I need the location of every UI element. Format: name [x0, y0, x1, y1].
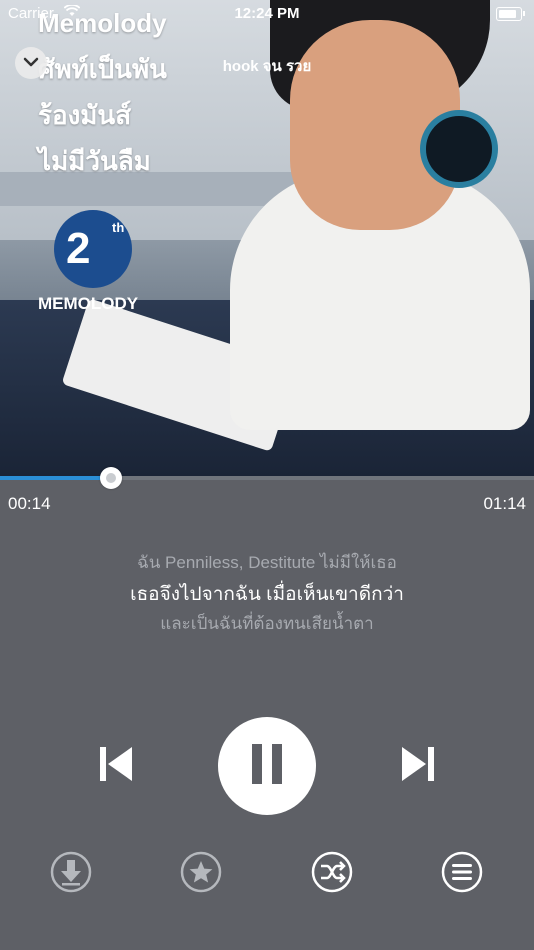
shuffle-button[interactable]	[311, 851, 353, 898]
song-title: hook จน รวย	[222, 58, 312, 75]
download-button[interactable]	[50, 851, 92, 898]
battery-icon	[496, 7, 525, 21]
download-icon	[50, 851, 92, 898]
skip-next-icon	[398, 745, 438, 788]
skip-previous-icon	[96, 745, 136, 788]
status-time: 12:24 PM	[234, 5, 300, 22]
pause-button[interactable]	[218, 717, 316, 815]
star-icon	[180, 851, 222, 898]
lyric-next: และเป็นฉันที่ต้องทนเสียน้ำตา	[160, 614, 374, 633]
next-button[interactable]	[392, 740, 444, 792]
total-time: 01:14	[483, 494, 526, 513]
memolody-logo: 2 th MEMOLODY	[38, 210, 150, 313]
progress-thumb[interactable]	[99, 467, 122, 489]
poster-line: ร้องมันส์	[38, 100, 132, 130]
previous-button[interactable]	[90, 740, 142, 792]
status-bar: Carrier 12:24 PM	[0, 0, 534, 28]
progress-slider[interactable]	[0, 467, 534, 489]
poster-line: ไม่มีวันลืม	[38, 146, 151, 176]
menu-icon	[441, 851, 483, 898]
lyric-current: เธอจึงไปจากฉัน เมื่อเห็นเขาดีกว่า	[130, 584, 404, 605]
headphones-graphic	[420, 110, 498, 188]
pause-icon	[250, 743, 284, 789]
favorite-button[interactable]	[180, 851, 222, 898]
shuffle-icon	[311, 851, 353, 898]
current-time: 00:14	[8, 494, 51, 513]
menu-button[interactable]	[441, 851, 483, 898]
lyric-previous: ฉัน Penniless, Destitute ไม่มีให้เธอ	[137, 553, 397, 572]
progress-fill	[0, 476, 111, 480]
